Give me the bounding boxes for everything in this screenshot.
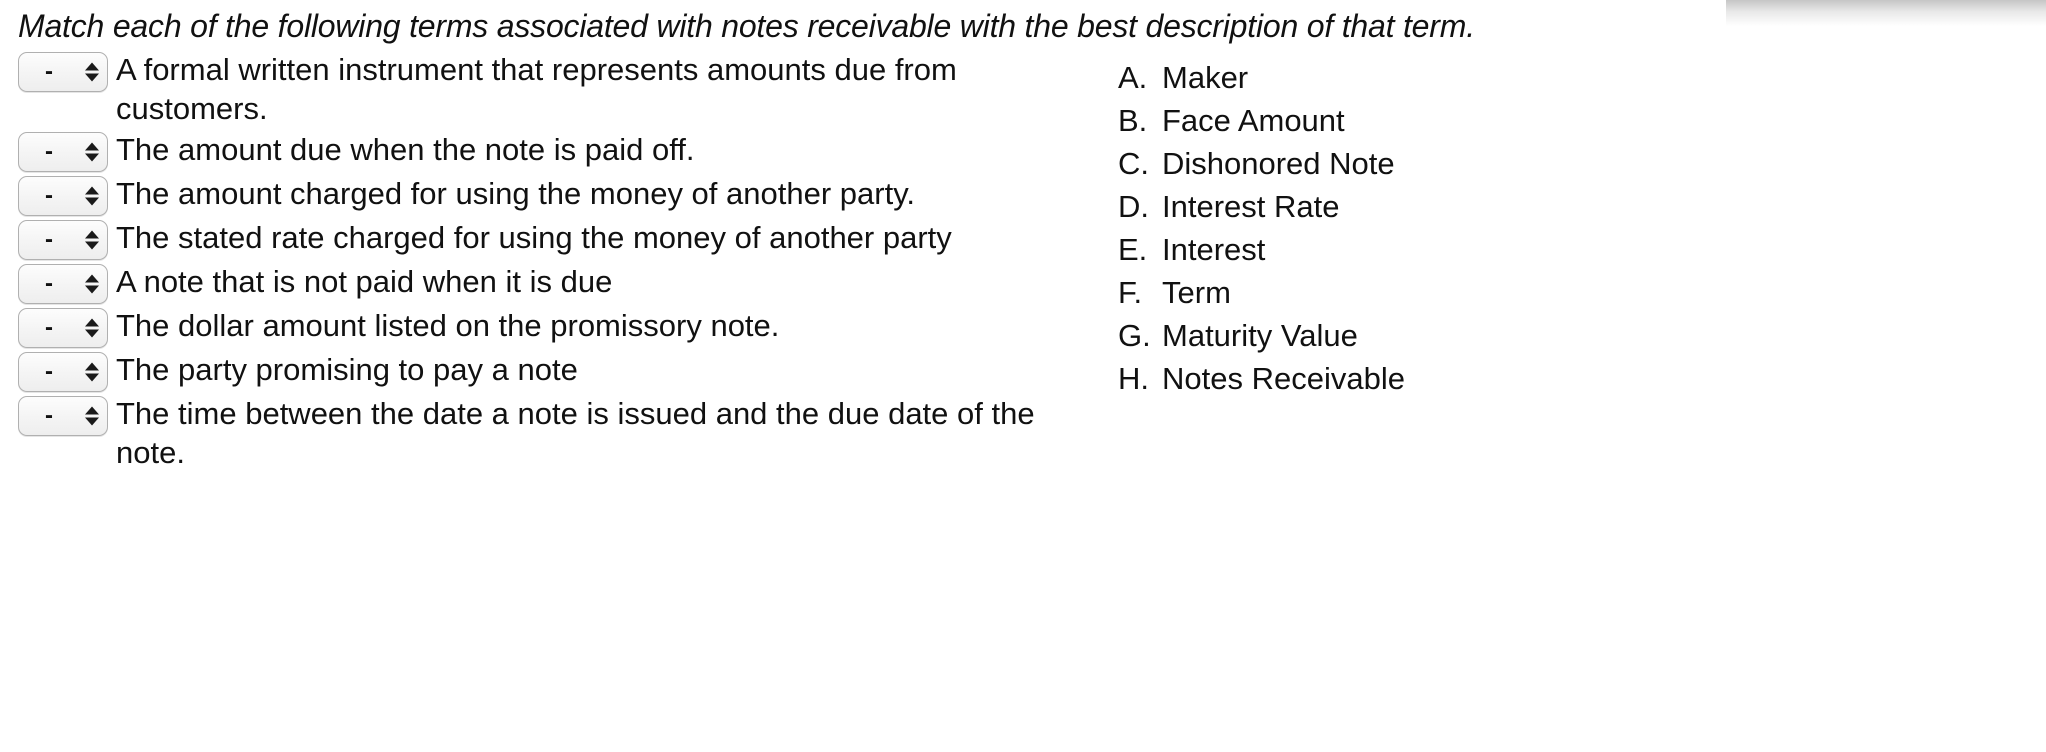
stepper-arrows-icon — [85, 230, 99, 250]
description-text-8: The time between the date a note is issu… — [116, 396, 1035, 470]
answer-select-3-value: - — [45, 182, 53, 209]
term-option-e: E. Interest — [1118, 228, 1405, 271]
match-row: - The amount charged for using the money… — [18, 174, 1110, 216]
term-label-h: Notes Receivable — [1162, 361, 1405, 396]
triangle-down-icon — [85, 417, 99, 426]
triangle-up-icon — [85, 62, 99, 71]
triangle-down-icon — [85, 285, 99, 294]
term-letter-f: F. — [1118, 275, 1143, 310]
triangle-down-icon — [85, 329, 99, 338]
match-row: - The dollar amount listed on the promis… — [18, 306, 1110, 348]
term-label-a: Maker — [1162, 60, 1249, 95]
term-letter-a: A. — [1118, 60, 1148, 95]
terms-column: A. Maker B. Face Amount C. Dishonored No… — [1110, 50, 1405, 400]
triangle-up-icon — [85, 318, 99, 327]
descriptions-column: - A formal written instrument that repre… — [0, 50, 1110, 474]
term-letter-c: C. — [1118, 146, 1149, 181]
description-text-1: A formal written instrument that represe… — [116, 52, 957, 126]
match-row: - The party promising to pay a note — [18, 350, 1110, 392]
answer-select-7-value: - — [45, 358, 53, 385]
answer-select-8[interactable]: - — [18, 396, 108, 436]
term-option-d: D. Interest Rate — [1118, 185, 1405, 228]
triangle-up-icon — [85, 274, 99, 283]
question-prompt: Match each of the following terms associ… — [18, 8, 1475, 44]
triangle-down-icon — [85, 153, 99, 162]
match-row: - A formal written instrument that repre… — [18, 50, 1110, 128]
answer-select-2-value: - — [45, 138, 53, 165]
answer-select-1[interactable]: - — [18, 52, 108, 92]
matching-columns: - A formal written instrument that repre… — [0, 50, 2046, 474]
match-row: - The time between the date a note is is… — [18, 394, 1110, 472]
term-letter-b: B. — [1118, 103, 1148, 138]
term-label-e: Interest — [1162, 232, 1266, 267]
term-option-h: H. Notes Receivable — [1118, 357, 1405, 400]
stepper-arrows-icon — [85, 406, 99, 426]
answer-select-8-value: - — [45, 402, 53, 429]
stepper-arrows-icon — [85, 362, 99, 382]
answer-select-5[interactable]: - — [18, 264, 108, 304]
triangle-up-icon — [85, 230, 99, 239]
matching-question-page: Match each of the following terms associ… — [0, 0, 2046, 474]
term-letter-g: G. — [1118, 318, 1151, 353]
term-letter-d: D. — [1118, 189, 1149, 224]
term-label-b: Face Amount — [1162, 103, 1345, 138]
term-label-g: Maturity Value — [1162, 318, 1358, 353]
stepper-arrows-icon — [85, 142, 99, 162]
description-text-6: The dollar amount listed on the promisso… — [116, 308, 780, 343]
triangle-down-icon — [85, 373, 99, 382]
stepper-arrows-icon — [85, 186, 99, 206]
match-row: - The stated rate charged for using the … — [18, 218, 1110, 260]
description-text-3: The amount charged for using the money o… — [116, 176, 916, 211]
triangle-down-icon — [85, 197, 99, 206]
triangle-up-icon — [85, 186, 99, 195]
description-text-4: The stated rate charged for using the mo… — [116, 220, 952, 255]
answer-select-4[interactable]: - — [18, 220, 108, 260]
triangle-up-icon — [85, 406, 99, 415]
description-text-5: A note that is not paid when it is due — [116, 264, 613, 299]
term-option-g: G. Maturity Value — [1118, 314, 1405, 357]
match-row: - A note that is not paid when it is due — [18, 262, 1110, 304]
term-letter-e: E. — [1118, 232, 1148, 267]
triangle-up-icon — [85, 142, 99, 151]
answer-select-6-value: - — [45, 314, 53, 341]
answer-select-1-value: - — [45, 58, 53, 85]
term-label-d: Interest Rate — [1162, 189, 1340, 224]
triangle-up-icon — [85, 362, 99, 371]
triangle-down-icon — [85, 241, 99, 250]
answer-select-2[interactable]: - — [18, 132, 108, 172]
term-letter-h: H. — [1118, 361, 1149, 396]
answer-select-4-value: - — [45, 226, 53, 253]
term-option-b: B. Face Amount — [1118, 99, 1405, 142]
stepper-arrows-icon — [85, 62, 99, 82]
term-label-f: Term — [1162, 275, 1231, 310]
triangle-down-icon — [85, 73, 99, 82]
term-label-c: Dishonored Note — [1162, 146, 1395, 181]
term-option-f: F. Term — [1118, 271, 1405, 314]
answer-select-5-value: - — [45, 270, 53, 297]
match-row: - The amount due when the note is paid o… — [18, 130, 1110, 172]
term-option-a: A. Maker — [1118, 56, 1405, 99]
stepper-arrows-icon — [85, 274, 99, 294]
description-text-7: The party promising to pay a note — [116, 352, 578, 387]
answer-select-3[interactable]: - — [18, 176, 108, 216]
answer-select-7[interactable]: - — [18, 352, 108, 392]
term-option-c: C. Dishonored Note — [1118, 142, 1405, 185]
answer-select-6[interactable]: - — [18, 308, 108, 348]
stepper-arrows-icon — [85, 318, 99, 338]
description-text-2: The amount due when the note is paid off… — [116, 132, 695, 167]
